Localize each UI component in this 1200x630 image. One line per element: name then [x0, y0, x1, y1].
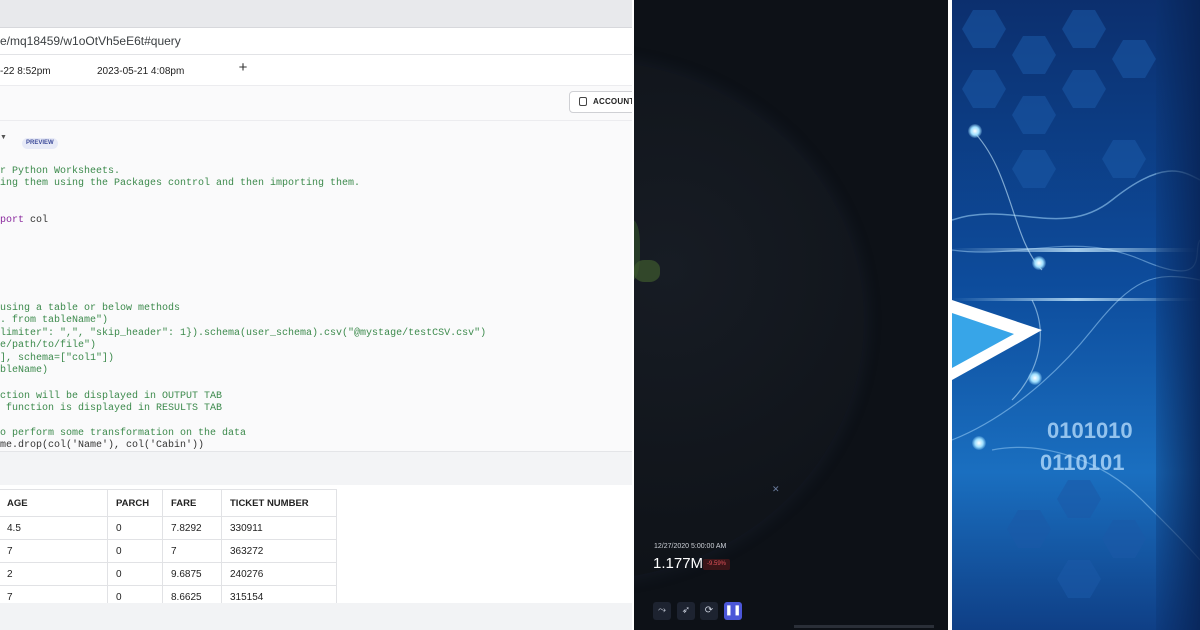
results-table: AGE PARCH FARE TICKET NUMBER 4.5 0 7.829… [0, 489, 337, 609]
column-header[interactable]: PARCH [107, 489, 163, 517]
refresh-icon: ⟳ [704, 605, 714, 616]
table-cell: 240276 [221, 562, 337, 586]
browser-chrome [0, 0, 632, 28]
preview-badge: PREVIEW [22, 138, 58, 149]
worksheet-tabs: -22 8:52pm 2023-05-21 4:08pm + [0, 55, 632, 86]
pause-control-button[interactable]: ❚❚ [724, 602, 742, 620]
add-tab-icon[interactable]: + [236, 59, 250, 76]
code-line: limiter": ",", "skip_header": 1}).schema… [0, 328, 487, 339]
globe-panel: ✕ 12/27/2020 5:00:00 AM 1.177M -9.59% ⤳ … [634, 0, 948, 630]
account-button[interactable]: ACCOUNT [569, 91, 632, 113]
keyword-fragment: port [0, 215, 25, 226]
address-bar[interactable]: e/mq18459/w1oOtVh5eE6t#query [0, 28, 632, 55]
binary-text: 0101010 [1047, 418, 1133, 443]
code-editor[interactable]: ▼ PREVIEW r Python Worksheets. ing them … [0, 121, 632, 451]
binary-text: 0110101 [1040, 450, 1125, 475]
tab-worksheet-2[interactable]: 2023-05-21 4:08pm [97, 66, 184, 77]
code-line: using a table or below methods [0, 303, 181, 314]
stat-timestamp: 12/27/2020 5:00:00 AM [654, 543, 727, 550]
code-line: ], schema=["col1"]) [0, 353, 115, 364]
landmass [634, 260, 660, 282]
table-cell: 0 [107, 516, 163, 540]
table-header-row: AGE PARCH FARE TICKET NUMBER [0, 489, 337, 517]
table-cell: 2 [0, 562, 108, 586]
results-header-strip [0, 451, 632, 486]
table-cell: 0 [107, 562, 163, 586]
location-marker-icon: ✕ [772, 484, 780, 494]
glow-node [968, 124, 982, 138]
glow-node [972, 436, 986, 450]
table-row: 4.5 0 7.8292 330911 [0, 516, 337, 540]
stat-value: 1.177M [653, 555, 704, 572]
launch-control-button[interactable]: ➶ [677, 602, 695, 620]
code-line: e/path/to/file") [0, 340, 97, 351]
edge-gradient [1156, 0, 1200, 630]
code-line: ing them using the Packages control and … [0, 178, 361, 189]
glow-node [1032, 256, 1046, 270]
curve-control-button[interactable]: ⤳ [653, 602, 671, 620]
table-row: 7 0 7 363272 [0, 539, 337, 563]
import-name: col [24, 215, 49, 226]
column-header[interactable]: TICKET NUMBER [221, 489, 337, 517]
results-footer [0, 603, 632, 630]
curve-icon: ⤳ [658, 605, 666, 616]
table-cell: 7 [0, 539, 108, 563]
glow-node [1028, 371, 1042, 385]
table-cell: 363272 [221, 539, 337, 563]
tech-art-panel: 0101010 0110101 [952, 0, 1200, 630]
chevron-down-icon[interactable]: ▼ [0, 134, 7, 141]
code-line-import: port col [0, 215, 48, 227]
table-cell: 330911 [221, 516, 337, 540]
column-header[interactable]: FARE [162, 489, 222, 517]
results-panel: AGE PARCH FARE TICKET NUMBER 4.5 0 7.829… [0, 485, 632, 630]
worksheet-panel: e/mq18459/w1oOtVh5eE6t#query -22 8:52pm … [0, 0, 632, 630]
table-cell: 7 [162, 539, 222, 563]
table-cell: 9.6875 [162, 562, 222, 586]
url-text[interactable]: e/mq18459/w1oOtVh5eE6t#query [0, 34, 181, 48]
worksheet-toolbar: ACCOUNT [0, 86, 632, 121]
footer-text-faint [794, 625, 934, 628]
pause-icon: ❚❚ [724, 605, 742, 616]
code-line: r Python Worksheets. [0, 166, 121, 177]
table-cell: 7.8292 [162, 516, 222, 540]
change-badge: -9.59% [703, 559, 731, 570]
code-line: function is displayed in RESULTS TAB [0, 403, 223, 414]
rocket-icon: ➶ [681, 605, 691, 616]
code-line: o perform some transformation on the dat… [0, 428, 247, 439]
code-line: . from tableName") [0, 315, 109, 326]
column-header[interactable]: AGE [0, 489, 108, 517]
table-cell: 4.5 [0, 516, 108, 540]
tab-worksheet-1[interactable]: -22 8:52pm [0, 66, 51, 77]
account-icon [579, 97, 587, 106]
code-line: bleName) [0, 365, 49, 376]
refresh-control-button[interactable]: ⟳ [700, 602, 718, 620]
table-cell: 0 [107, 539, 163, 563]
globe-image [634, 60, 864, 580]
account-label: ACCOUNT [593, 97, 632, 106]
code-line: ction will be displayed in OUTPUT TAB [0, 391, 223, 402]
table-row: 2 0 9.6875 240276 [0, 562, 337, 586]
